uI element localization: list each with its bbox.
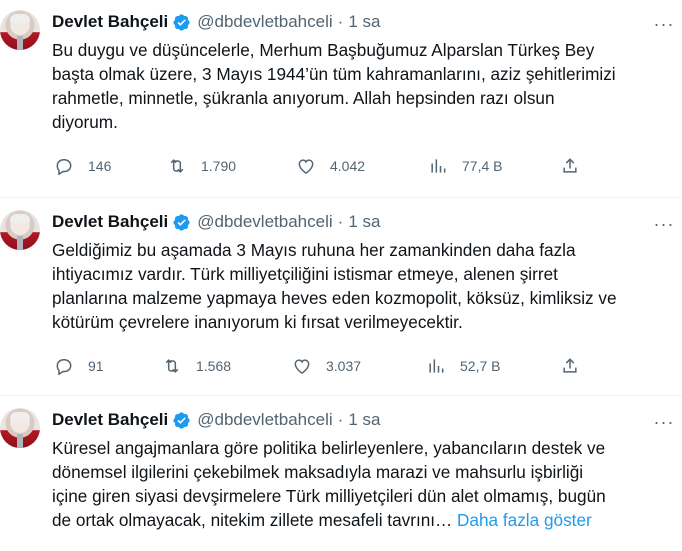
author-name[interactable]: Devlet Bahçeli [52, 410, 168, 430]
reply-count: 146 [88, 158, 112, 174]
action-bar: 146 1.790 4.042 77,4 B [44, 150, 644, 182]
timestamp[interactable]: 1 sa [348, 410, 380, 430]
retweet-count: 1.568 [196, 358, 232, 374]
timestamp[interactable]: 1 sa [348, 212, 380, 232]
retweet-icon [170, 159, 184, 173]
views-icon [431, 159, 446, 173]
like-count: 4.042 [330, 158, 366, 174]
tweet-header: Devlet Bahçeli @dbdevletbahceli · 1 sa [52, 410, 380, 430]
retweet-button[interactable]: 1.568 [162, 350, 231, 382]
reply-button[interactable]: 146 [54, 150, 111, 182]
tweet-header: Devlet Bahçeli @dbdevletbahceli · 1 sa [52, 212, 380, 232]
verified-badge-icon [173, 13, 190, 31]
tweet[interactable]: Devlet Bahçeli @dbdevletbahceli · 1 sa ·… [0, 198, 682, 396]
reply-count: 91 [88, 358, 104, 374]
tweet-text: Küresel angajmanlara göre politika belir… [52, 436, 678, 532]
share-icon [563, 358, 577, 373]
show-more-link[interactable]: Daha fazla göster [457, 510, 592, 530]
retweet-button[interactable]: 1.790 [167, 150, 236, 182]
action-bar: 91 1.568 3.037 52,7 B [44, 350, 644, 382]
tweet-text: Bu duygu ve düşüncelerle, Merhum Başbuğu… [52, 38, 678, 134]
tweet-text-content: Bu duygu ve düşüncelerle, Merhum Başbuğu… [52, 40, 616, 132]
separator-dot: · [337, 212, 344, 231]
views-count: 77,4 B [462, 158, 503, 174]
timestamp[interactable]: 1 sa [348, 12, 380, 32]
tweet-text-content: Geldiğimiz bu aşamada 3 Mayıs ruhuna her… [52, 240, 617, 332]
like-button[interactable]: 4.042 [296, 150, 365, 182]
heart-icon [294, 359, 310, 374]
more-icon[interactable]: ··· [654, 412, 674, 432]
views-count: 52,7 B [460, 358, 501, 374]
heart-icon [298, 159, 314, 174]
share-button[interactable] [560, 350, 580, 382]
avatar[interactable] [0, 10, 40, 50]
like-button[interactable]: 3.037 [292, 350, 361, 382]
tweet[interactable]: Devlet Bahçeli @dbdevletbahceli · 1 sa ·… [0, 0, 682, 198]
author-name[interactable]: Devlet Bahçeli [52, 212, 168, 232]
retweet-count: 1.790 [201, 158, 237, 174]
author-handle[interactable]: @dbdevletbahceli [197, 12, 332, 32]
tweet[interactable]: Devlet Bahçeli @dbdevletbahceli · 1 sa ·… [0, 396, 682, 551]
verified-badge-icon [173, 411, 190, 429]
author-handle[interactable]: @dbdevletbahceli [197, 212, 332, 232]
reply-icon [56, 159, 72, 176]
separator-dot: · [337, 410, 344, 429]
tweet-header: Devlet Bahçeli @dbdevletbahceli · 1 sa [52, 12, 380, 32]
verified-badge-icon [173, 213, 190, 231]
more-icon[interactable]: ··· [654, 214, 674, 234]
more-icon[interactable]: ··· [654, 14, 674, 34]
reply-button[interactable]: 91 [54, 350, 104, 382]
author-handle[interactable]: @dbdevletbahceli [197, 410, 332, 430]
reply-icon [56, 359, 72, 376]
avatar[interactable] [0, 408, 40, 448]
share-icon [563, 158, 577, 173]
retweet-icon [165, 359, 179, 373]
views-button[interactable]: 52,7 B [426, 350, 500, 382]
author-name[interactable]: Devlet Bahçeli [52, 12, 168, 32]
share-button[interactable] [560, 150, 580, 182]
tweet-text: Geldiğimiz bu aşamada 3 Mayıs ruhuna her… [52, 238, 678, 334]
views-button[interactable]: 77,4 B [428, 150, 502, 182]
like-count: 3.037 [326, 358, 362, 374]
avatar[interactable] [0, 210, 40, 250]
views-icon [429, 359, 444, 373]
timeline-feed: Devlet Bahçeli @dbdevletbahceli · 1 sa ·… [0, 0, 682, 551]
separator-dot: · [337, 12, 344, 31]
